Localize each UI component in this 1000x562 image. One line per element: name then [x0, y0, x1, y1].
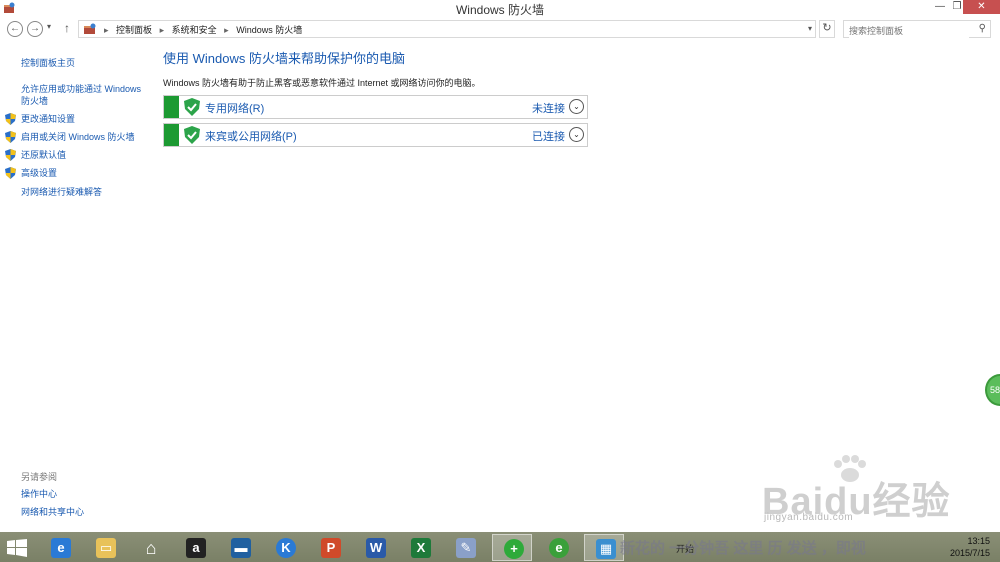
sidebar-link-advanced[interactable]: 高级设置 — [21, 167, 57, 179]
breadcrumb-system-security[interactable]: 系统和安全 — [172, 25, 217, 35]
control-panel-icon — [84, 23, 96, 34]
folder-icon: ▭ — [96, 538, 116, 558]
back-button[interactable]: ← — [7, 21, 23, 37]
taskbar-excel[interactable]: X — [400, 534, 440, 561]
breadcrumb-separator: ▸ — [224, 25, 229, 35]
sidebar-link-allow-app[interactable]: 允许应用或功能通过 Windows 防火墙 — [21, 83, 146, 107]
start-windows-icon[interactable] — [7, 539, 27, 557]
control-panel-window: Windows 防火墙 — ❐ ✕ ← → ▾ ↑ ▸ 控制面板 ▸ 系统和安全… — [0, 0, 1000, 532]
search-input[interactable] — [849, 24, 969, 38]
uac-shield-icon — [5, 167, 16, 179]
sidebar: 控制面板主页 允许应用或功能通过 Windows 防火墙 更改通知设置 启用或关… — [0, 50, 150, 530]
up-level-icon[interactable]: ↑ — [64, 21, 70, 35]
main-content: 使用 Windows 防火墙来帮助保护你的电脑 Windows 防火墙有助于防止… — [163, 46, 593, 147]
excel-icon: X — [411, 538, 431, 558]
taskbar-amazon[interactable]: a — [175, 534, 215, 561]
breadcrumb-separator: ▸ — [159, 25, 165, 35]
window-title: Windows 防火墙 — [455, 3, 544, 17]
sidebar-link-home[interactable]: 控制面板主页 — [21, 57, 75, 69]
recent-locations-icon[interactable]: ▾ — [47, 22, 51, 31]
taskbar-ie[interactable]: e — [40, 534, 80, 561]
see-also-link-action-center[interactable]: 操作中心 — [21, 488, 57, 500]
search-box[interactable]: ⚲ — [843, 20, 991, 38]
taskbar-control-panel[interactable]: ▦ — [584, 534, 624, 561]
breadcrumb-separator: ▸ — [104, 25, 109, 35]
powerpoint-icon: P — [321, 538, 341, 558]
sidebar-link-restore-defaults[interactable]: 还原默认值 — [21, 149, 66, 161]
paint-icon: ✎ — [456, 538, 476, 558]
refresh-button[interactable]: ↻ — [819, 20, 835, 38]
taskbar-paint[interactable]: ✎ — [445, 534, 485, 561]
breadcrumb-control-panel[interactable]: 控制面板 — [116, 25, 152, 35]
public-network-row[interactable]: 来宾或公用网络(P) 已连接 ⌄ — [163, 123, 588, 147]
sidebar-link-toggle-firewall[interactable]: 启用或关闭 Windows 防火墙 — [21, 131, 135, 143]
amazon-icon: a — [186, 538, 206, 558]
address-dropdown-icon[interactable]: ▾ — [808, 24, 812, 33]
network-name: 专用网络(R) — [205, 103, 265, 115]
overlay-caption: 新花的 一分钟吾 这里 历 发送 ，即视 — [620, 540, 866, 557]
forward-button[interactable]: → — [27, 21, 43, 37]
chevron-down-icon[interactable]: ⌄ — [569, 99, 584, 114]
system-clock[interactable]: 13:15 2015/7/15 — [946, 535, 990, 559]
home-icon: ⌂ — [145, 538, 157, 558]
taskbar-word[interactable]: W — [355, 534, 395, 561]
taskbar-monitor[interactable]: ▬ — [220, 534, 260, 561]
uac-shield-icon — [5, 131, 16, 143]
uac-shield-icon — [5, 113, 16, 125]
page-title: 使用 Windows 防火墙来帮助保护你的电脑 — [163, 51, 405, 66]
status-bar — [164, 124, 179, 146]
control-panel-icon: ▦ — [596, 539, 616, 559]
see-also-heading: 另请参阅 — [21, 472, 58, 482]
chevron-down-icon[interactable]: ⌄ — [569, 127, 584, 142]
taskbar-powerpoint[interactable]: P — [310, 534, 350, 561]
sidebar-link-notifications[interactable]: 更改通知设置 — [21, 113, 75, 125]
green-shield-check-icon — [184, 98, 200, 116]
ie-icon: e — [51, 538, 71, 558]
taskbar-browser[interactable]: e — [538, 534, 578, 561]
breadcrumb-windows-firewall[interactable]: Windows 防火墙 — [236, 25, 302, 35]
taskbar-explorer[interactable]: ▭ — [85, 534, 125, 561]
page-description: Windows 防火墙有助于防止黑客或恶意软件通过 Internet 或网络访问… — [163, 78, 481, 88]
k-app-icon: K — [276, 538, 296, 558]
uac-shield-icon — [5, 149, 16, 161]
monitor-icon: ▬ — [231, 538, 251, 558]
breadcrumb[interactable]: ▸ 控制面板 ▸ 系统和安全 ▸ Windows 防火墙 ▾ — [78, 20, 816, 38]
see-also-link-network-center[interactable]: 网络和共享中心 — [21, 506, 84, 518]
status-bar — [164, 96, 179, 118]
taskbar-k-app[interactable]: K — [265, 534, 305, 561]
network-status: 已连接 — [532, 131, 565, 143]
green-shield-check-icon — [184, 126, 200, 144]
taskbar-home[interactable]: ⌂ — [130, 534, 170, 561]
address-bar: ← → ▾ ↑ ▸ 控制面板 ▸ 系统和安全 ▸ Windows 防火墙 ▾ ↻… — [0, 18, 1000, 42]
360-security-icon: + — [504, 539, 524, 559]
clock-time: 13:15 — [967, 536, 990, 546]
network-status: 未连接 — [532, 103, 565, 115]
taskbar-360-security[interactable]: + — [492, 534, 532, 561]
clock-date: 2015/7/15 — [949, 548, 990, 558]
browser-icon: e — [549, 538, 569, 558]
network-name: 来宾或公用网络(P) — [205, 131, 297, 143]
word-icon: W — [366, 538, 386, 558]
search-icon[interactable]: ⚲ — [979, 23, 986, 34]
sidebar-link-troubleshoot[interactable]: 对网络进行疑难解答 — [21, 186, 102, 198]
private-network-row[interactable]: 专用网络(R) 未连接 ⌄ — [163, 95, 588, 119]
close-button[interactable]: ✕ — [963, 0, 1000, 14]
title-bar[interactable]: Windows 防火墙 — ❐ ✕ — [0, 0, 1000, 17]
